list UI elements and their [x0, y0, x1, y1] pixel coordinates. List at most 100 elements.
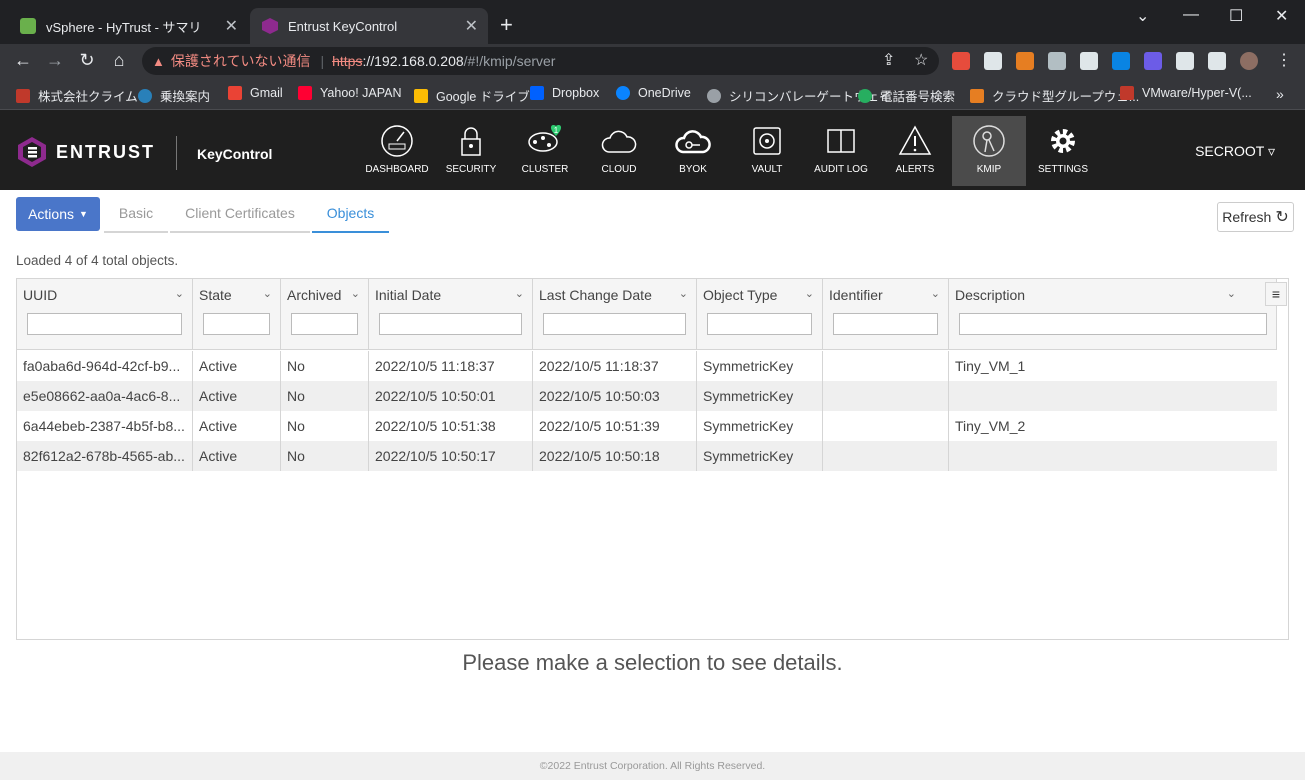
gmail-icon	[228, 86, 242, 100]
bookmark-item[interactable]: Dropbox	[530, 86, 599, 100]
nav-security[interactable]: SECURITY	[434, 116, 508, 186]
nav-dashboard[interactable]: DASHBOARD	[360, 116, 434, 186]
bookmark-item[interactable]: 株式会社クライム	[16, 86, 138, 105]
bookmark-favicon-icon	[138, 88, 152, 103]
bookmark-item[interactable]: OneDrive	[616, 86, 691, 100]
column-object-type[interactable]: Object Type ⌄	[697, 279, 823, 350]
filter-identifier-input[interactable]	[833, 313, 938, 335]
bookmark-item[interactable]: Gmail	[228, 86, 283, 100]
window-close-icon[interactable]: ✕	[1275, 6, 1288, 26]
puzzle-icon[interactable]	[1176, 52, 1194, 70]
column-last-change-date[interactable]: Last Change Date ⌄	[533, 279, 697, 350]
filter-initial-date-input[interactable]	[379, 313, 522, 335]
chevron-down-icon[interactable]: ⌄	[931, 287, 940, 300]
brand-name: ENTRUST	[56, 141, 155, 162]
filter-object-type-input[interactable]	[707, 313, 812, 335]
maximize-icon[interactable]: ☐	[1229, 6, 1243, 26]
table-row[interactable]: fa0aba6d-964d-42cf-b9... Active No 2022/…	[17, 351, 1277, 381]
new-tab-button[interactable]: +	[500, 12, 513, 38]
chevron-down-icon[interactable]: ⌄	[805, 287, 814, 300]
filter-archived-input[interactable]	[291, 313, 358, 335]
globe-icon	[707, 88, 721, 103]
tab-objects[interactable]: Objects	[312, 197, 389, 233]
book-icon	[827, 129, 855, 153]
column-archived[interactable]: Archived ⌄	[281, 279, 369, 350]
bookmarks-overflow-icon[interactable]: »	[1276, 86, 1284, 102]
column-menu-icon[interactable]: ≡	[1265, 282, 1287, 306]
filter-uuid-input[interactable]	[27, 313, 182, 335]
chevron-down-icon[interactable]: ⌄	[679, 287, 688, 300]
refresh-icon: ↻	[1275, 209, 1289, 226]
insecure-label[interactable]: 保護されていない通信	[171, 51, 311, 71]
extension-icon[interactable]	[952, 52, 970, 70]
chevron-down-icon[interactable]: ⌄	[175, 287, 184, 300]
extension-icon[interactable]	[984, 52, 1002, 70]
browser-tab-vsphere[interactable]: vSphere - HyTrust - サマリ ✕	[8, 8, 248, 44]
cloud-icon	[601, 130, 637, 153]
actions-button[interactable]: Actions ▼	[16, 197, 100, 231]
chevron-down-icon[interactable]: ⌄	[515, 287, 524, 300]
user-menu[interactable]: SECROOT ▿	[1195, 143, 1275, 160]
extension-icon[interactable]	[1144, 52, 1162, 70]
filter-state-input[interactable]	[203, 313, 270, 335]
bookmark-item[interactable]: クラウド型グループウェ...	[970, 86, 1139, 105]
refresh-button[interactable]: Refresh ↻	[1217, 202, 1294, 232]
cluster-badge: 1	[554, 126, 559, 135]
user-icon: ▿	[1267, 143, 1275, 159]
filter-description-input[interactable]	[959, 313, 1267, 335]
side-panel-icon[interactable]	[1208, 52, 1226, 70]
reload-icon[interactable]: ↻	[76, 50, 98, 71]
close-icon[interactable]: ✕	[225, 16, 238, 36]
avatar[interactable]	[1240, 52, 1258, 70]
back-arrow-icon[interactable]: ←	[12, 50, 34, 71]
nav-cloud[interactable]: CLOUD	[582, 116, 656, 186]
bookmark-star-icon[interactable]: ☆	[914, 50, 928, 70]
bookmark-item[interactable]: Yahoo! JAPAN	[298, 86, 402, 100]
table-row[interactable]: 82f612a2-678b-4565-ab... Active No 2022/…	[17, 441, 1277, 471]
nav-audit-log[interactable]: AUDIT LOG	[804, 116, 878, 186]
nav-kmip[interactable]: KMIP	[952, 116, 1026, 186]
forward-arrow-icon[interactable]: →	[44, 50, 66, 71]
extension-icon[interactable]	[1112, 52, 1130, 70]
more-menu-icon[interactable]: ⋮	[1276, 50, 1292, 70]
column-description[interactable]: Description ⌄	[949, 279, 1277, 350]
nav-settings[interactable]: SETTINGS	[1026, 116, 1100, 186]
nav-vault[interactable]: VAULT	[730, 116, 804, 186]
nav-byok[interactable]: BYOK	[656, 116, 730, 186]
nav-alerts[interactable]: ALERTS	[878, 116, 952, 186]
tab-client-certificates[interactable]: Client Certificates	[170, 197, 310, 233]
minimize-icon[interactable]: —	[1183, 6, 1199, 24]
chevron-down-icon[interactable]: ⌄	[263, 287, 272, 300]
chevron-down-icon[interactable]: ⌄	[351, 287, 360, 300]
bookmark-item[interactable]: 乗換案内	[138, 86, 210, 105]
browser-tab-bar: vSphere - HyTrust - サマリ ✕ Entrust KeyCon…	[0, 0, 1305, 44]
table-row[interactable]: 6a44ebeb-2387-4b5f-b8... Active No 2022/…	[17, 411, 1277, 441]
extension-icon[interactable]	[1048, 52, 1066, 70]
close-icon[interactable]: ✕	[465, 16, 478, 36]
table-row[interactable]: e5e08662-aa0a-4ac6-8... Active No 2022/1…	[17, 381, 1277, 411]
entrust-logo[interactable]: ENTRUST	[16, 136, 155, 168]
column-uuid[interactable]: UUID ⌄	[17, 279, 193, 350]
bookmark-item[interactable]: 電話番号検索	[858, 86, 955, 105]
nav-cluster[interactable]: 1 CLUSTER	[508, 116, 582, 186]
bookmark-favicon-icon	[1120, 86, 1134, 100]
bookmark-item[interactable]: VMware/Hyper-V(...	[1120, 86, 1252, 100]
warning-icon[interactable]: ▲	[152, 54, 165, 69]
chevron-down-icon[interactable]: ⌄	[1227, 287, 1236, 300]
share-icon[interactable]: ⇪	[882, 50, 895, 70]
cluster-icon: 1	[528, 125, 562, 152]
column-initial-date[interactable]: Initial Date ⌄	[369, 279, 533, 350]
kmip-icon	[973, 125, 1005, 157]
extension-icon[interactable]	[1016, 52, 1034, 70]
browser-tab-keycontrol[interactable]: Entrust KeyControl ✕	[250, 8, 488, 44]
filter-last-change-date-input[interactable]	[543, 313, 686, 335]
caret-down-icon: ▼	[79, 209, 88, 219]
column-identifier[interactable]: Identifier ⌄	[823, 279, 949, 350]
column-state[interactable]: State ⌄	[193, 279, 281, 350]
home-icon[interactable]: ⌂	[108, 50, 130, 71]
address-bar[interactable]: ▲ 保護されていない通信 | https ://192.168.0.208 /#…	[142, 47, 939, 75]
extension-icon[interactable]	[1080, 52, 1098, 70]
tab-search-icon[interactable]: ⌄	[1136, 6, 1149, 26]
bookmark-item[interactable]: Google ドライブ	[414, 86, 530, 105]
tab-basic[interactable]: Basic	[104, 197, 168, 233]
